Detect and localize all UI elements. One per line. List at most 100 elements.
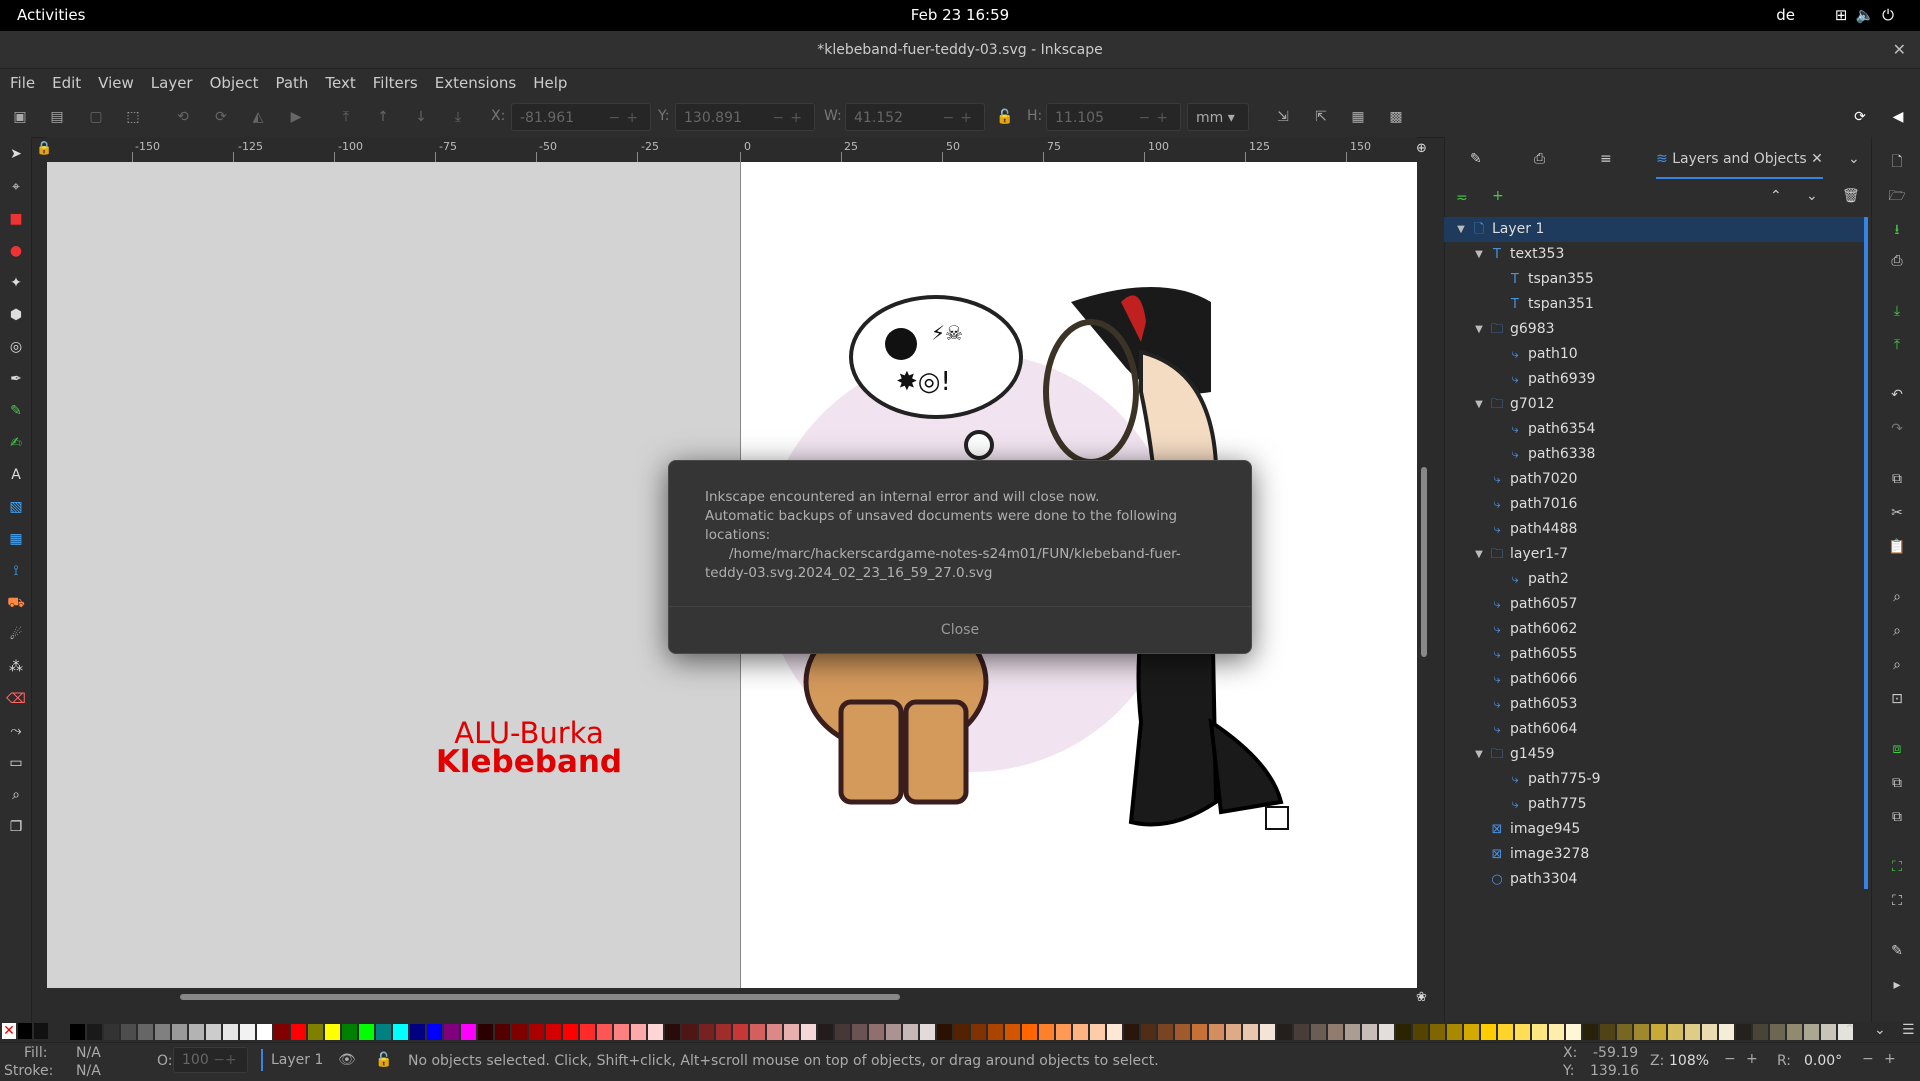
window-close-button[interactable]: ✕: [1893, 40, 1906, 59]
raise-icon[interactable]: ↑: [373, 107, 393, 127]
color-swatch[interactable]: [1413, 1024, 1428, 1040]
tree-row[interactable]: ⤷ path6066: [1444, 667, 1864, 692]
color-swatch[interactable]: [104, 1024, 119, 1040]
dropper-tool-icon[interactable]: ⟟: [6, 561, 26, 581]
tree-row[interactable]: ⊠ image3278: [1444, 842, 1864, 867]
color-swatch[interactable]: [1736, 1024, 1751, 1040]
tree-row[interactable]: ⊠ image945: [1444, 817, 1864, 842]
color-swatch[interactable]: [1719, 1024, 1734, 1040]
color-swatch[interactable]: [563, 1024, 578, 1040]
tree-row[interactable]: ⤷ path6354: [1444, 417, 1864, 442]
expand-icon[interactable]: ▼: [1472, 542, 1486, 567]
scale-stroke-icon[interactable]: ⇲: [1273, 107, 1293, 127]
pen-tool-icon[interactable]: ✒: [6, 369, 26, 389]
no-paint-swatch[interactable]: ✕: [2, 1023, 16, 1039]
color-swatch[interactable]: [461, 1024, 476, 1040]
color-swatch[interactable]: [512, 1024, 527, 1040]
flip-horizontal-icon[interactable]: ◭: [248, 107, 268, 127]
color-swatch[interactable]: [325, 1024, 340, 1040]
color-swatch[interactable]: [1056, 1024, 1071, 1040]
color-swatch[interactable]: [478, 1024, 493, 1040]
undo-icon[interactable]: ↶: [1887, 387, 1907, 407]
color-swatch[interactable]: [835, 1024, 850, 1040]
tree-row[interactable]: ⤷ path6939: [1444, 367, 1864, 392]
color-swatch[interactable]: [1379, 1024, 1394, 1040]
color-swatch[interactable]: [954, 1024, 969, 1040]
zoom-value[interactable]: 108%: [1669, 1053, 1709, 1069]
color-swatch[interactable]: [376, 1024, 391, 1040]
color-swatch[interactable]: [1532, 1024, 1547, 1040]
move-up-icon[interactable]: ⌃: [1770, 188, 1782, 204]
zoom-in-icon[interactable]: +: [1746, 1051, 1758, 1067]
tree-row[interactable]: ⤷ path10: [1444, 342, 1864, 367]
zoom-tool-icon[interactable]: ⌕: [6, 785, 26, 805]
color-swatch[interactable]: [665, 1024, 680, 1040]
tab-layers-objects[interactable]: ≋ Layers and Objects ✕: [1656, 151, 1823, 179]
color-swatch[interactable]: [1498, 1024, 1513, 1040]
text-tool-icon[interactable]: A: [6, 465, 26, 485]
black-swatch[interactable]: [18, 1023, 32, 1039]
color-swatch[interactable]: [1243, 1024, 1258, 1040]
color-swatch[interactable]: [869, 1024, 884, 1040]
color-swatch[interactable]: [495, 1024, 510, 1040]
color-swatch[interactable]: [1175, 1024, 1190, 1040]
scale-corners-icon[interactable]: ⇱: [1311, 107, 1331, 127]
color-swatch[interactable]: [1787, 1024, 1802, 1040]
transform-gradients-icon[interactable]: ▦: [1348, 107, 1368, 127]
tree-row[interactable]: ⤷ path7020: [1444, 467, 1864, 492]
color-swatch[interactable]: [1396, 1024, 1411, 1040]
opacity-field[interactable]: 100 −+: [173, 1047, 248, 1073]
color-swatch[interactable]: [784, 1024, 799, 1040]
transform-patterns-icon[interactable]: ▩: [1386, 107, 1406, 127]
palette-scroll-up-icon[interactable]: ⌃: [1844, 1022, 1856, 1038]
unit-select[interactable]: mm ▾: [1187, 103, 1249, 131]
lower-icon[interactable]: ↓: [411, 107, 431, 127]
color-swatch[interactable]: [87, 1024, 102, 1040]
tab-align-icon[interactable]: ≡: [1600, 151, 1612, 167]
lower-bottom-icon[interactable]: ⤓: [448, 107, 468, 127]
color-swatch[interactable]: [1277, 1024, 1292, 1040]
color-swatch[interactable]: [1481, 1024, 1496, 1040]
tree-row[interactable]: ⤷ path2: [1444, 567, 1864, 592]
y-field[interactable]: 130.891 −+: [675, 103, 815, 131]
color-swatch[interactable]: [155, 1024, 170, 1040]
select-same-icon[interactable]: ⬚: [123, 107, 143, 127]
node-tool-icon[interactable]: ⌖: [6, 177, 26, 197]
expand-icon[interactable]: ▼: [1472, 742, 1486, 767]
color-swatch[interactable]: [1311, 1024, 1326, 1040]
raise-top-icon[interactable]: ⤒: [336, 107, 356, 127]
color-swatch[interactable]: [1804, 1024, 1819, 1040]
horizontal-scrollbar[interactable]: [47, 988, 1417, 1005]
color-swatch[interactable]: [1634, 1024, 1649, 1040]
zoom-selection-icon[interactable]: ⌕: [1887, 589, 1907, 609]
color-swatch[interactable]: [70, 1024, 85, 1040]
rotation-value[interactable]: 0.00°: [1804, 1053, 1842, 1069]
color-swatch[interactable]: [359, 1024, 374, 1040]
color-swatch[interactable]: [631, 1024, 646, 1040]
tree-row[interactable]: ▼ 🗀 g1459: [1444, 742, 1864, 767]
move-down-icon[interactable]: ⌄: [1806, 188, 1818, 204]
spray-tool-icon[interactable]: ⁂: [6, 657, 26, 677]
guide-lock-icon[interactable]: 🔒: [36, 141, 52, 156]
tree-row[interactable]: ⤷ path775: [1444, 792, 1864, 817]
current-layer[interactable]: Layer 1: [271, 1052, 323, 1068]
color-swatch[interactable]: [1583, 1024, 1598, 1040]
snap-menu-icon[interactable]: ◀: [1888, 107, 1908, 127]
tweak-tool-icon[interactable]: ☄: [6, 625, 26, 645]
select-all-layers-icon[interactable]: ▤: [47, 107, 67, 127]
color-swatch[interactable]: [1770, 1024, 1785, 1040]
expand-icon[interactable]: ▼: [1454, 217, 1468, 242]
rotate-plus-icon[interactable]: +: [1884, 1051, 1896, 1067]
color-swatch[interactable]: [223, 1024, 238, 1040]
color-swatch[interactable]: [1651, 1024, 1666, 1040]
import-icon[interactable]: ⤓: [1887, 303, 1907, 323]
color-swatch[interactable]: [393, 1024, 408, 1040]
color-swatch[interactable]: [1685, 1024, 1700, 1040]
menu-help[interactable]: Help: [533, 69, 574, 97]
color-swatch[interactable]: [291, 1024, 306, 1040]
tabs-menu-icon[interactable]: ⌄: [1848, 151, 1860, 167]
clone-icon[interactable]: ⧉: [1887, 775, 1907, 795]
color-swatch[interactable]: [699, 1024, 714, 1040]
select-all-icon[interactable]: ▣: [10, 107, 30, 127]
menu-object[interactable]: Object: [210, 69, 266, 97]
